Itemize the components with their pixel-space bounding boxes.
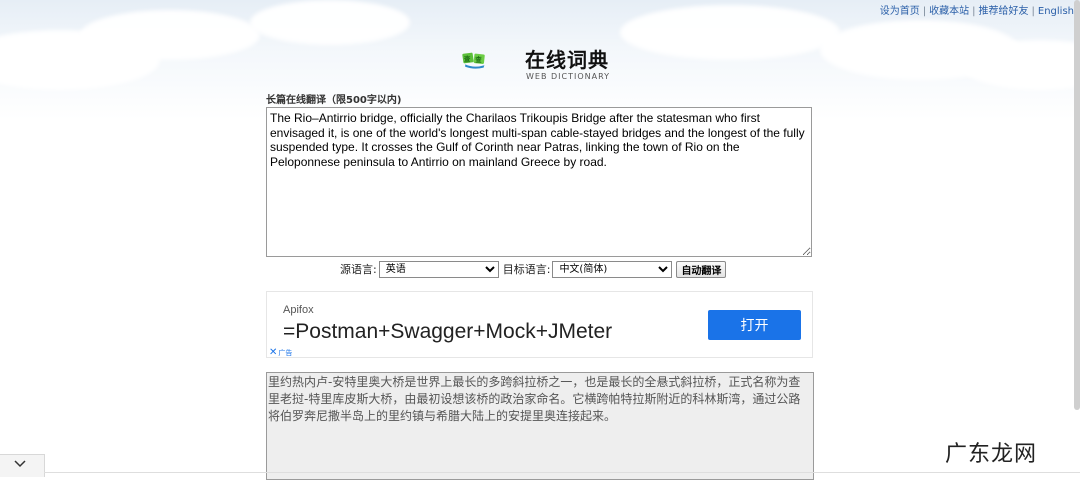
top-links: 设为首页 | 收藏本站 | 推荐给好友 | English: [879, 6, 1074, 17]
ad-title[interactable]: =Postman+Swagger+Mock+JMeter: [283, 320, 612, 344]
target-lang-label: 目标语言:: [502, 263, 551, 276]
logo-subtitle: WEB DICTIONARY: [526, 72, 611, 81]
source-text-input[interactable]: The Rio–Antirrio bridge, officially the …: [266, 107, 812, 257]
source-lang-label: 源语言:: [340, 263, 377, 276]
link-bookmark[interactable]: 收藏本站: [929, 6, 969, 17]
svg-text:查: 查: [475, 55, 482, 64]
ad-badge[interactable]: ✕广告: [269, 347, 292, 358]
ad-open-button[interactable]: 打开: [708, 310, 801, 340]
ad-badge-label: 广告: [278, 349, 293, 357]
link-english[interactable]: English: [1038, 6, 1074, 17]
logo-title: 在线词典: [525, 48, 609, 72]
chevron-down-icon[interactable]: [13, 457, 27, 471]
link-set-homepage[interactable]: 设为首页: [880, 6, 920, 17]
svg-text:查: 查: [464, 54, 471, 63]
source-lang-select[interactable]: 英语: [378, 260, 499, 278]
page-scrollbar[interactable]: [1074, 0, 1080, 410]
close-x-icon[interactable]: ✕: [269, 347, 277, 358]
translation-result: 里约热内卢-安特里奥大桥是世界上最长的多跨斜拉桥之一，也是最长的全悬式斜拉桥，正…: [266, 372, 814, 480]
ad-brand: Apifox: [283, 304, 314, 316]
auto-translate-button[interactable]: 自动翻译: [676, 260, 727, 278]
logo-icon[interactable]: 查 查: [462, 38, 526, 82]
ad-banner[interactable]: Apifox =Postman+Swagger+Mock+JMeter 打开 ✕…: [266, 291, 813, 358]
translator-label: 长篇在线翻译（限500字以内): [266, 95, 402, 106]
bottom-divider: [44, 472, 1080, 473]
target-lang-select[interactable]: 中文(简体): [552, 260, 673, 278]
watermark: 广东龙网: [945, 442, 1038, 467]
link-recommend[interactable]: 推荐给好友: [979, 6, 1029, 17]
language-controls: 源语言: 英语 目标语言: 中文(简体) 自动翻译: [340, 260, 727, 278]
